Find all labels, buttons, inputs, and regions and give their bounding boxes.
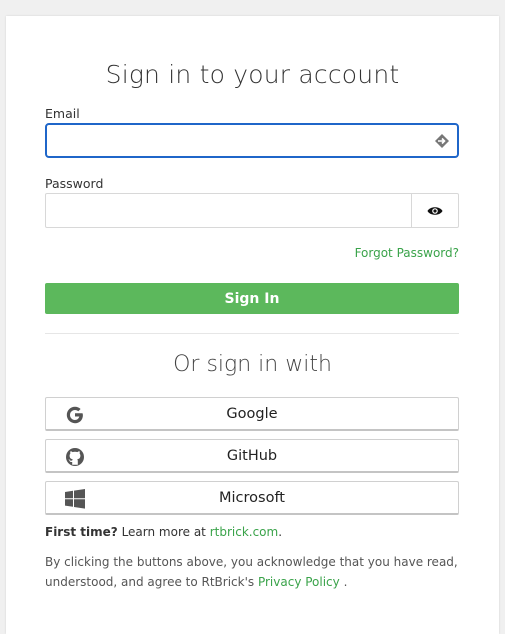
autofill-icon[interactable] (433, 132, 451, 150)
password-field-wrapper (45, 193, 459, 228)
first-time-note: First time? Learn more at rtbrick.com. (45, 525, 282, 539)
rtbrick-link[interactable]: rtbrick.com (210, 525, 279, 539)
show-password-button[interactable] (411, 194, 458, 227)
email-label: Email (45, 106, 80, 121)
github-icon (64, 446, 86, 468)
google-button-label: Google (226, 405, 278, 422)
page-title: Sign in to your account (105, 60, 400, 89)
password-label: Password (45, 176, 104, 191)
windows-icon (64, 488, 86, 510)
github-button-label: GitHub (226, 447, 278, 464)
forgot-password-link[interactable]: Forgot Password? (355, 246, 459, 260)
first-time-end: . (278, 525, 283, 539)
google-icon (64, 404, 86, 426)
social-heading: Or sign in with (173, 352, 332, 377)
legal-end: . (339, 575, 348, 589)
login-card: Sign in to your account Email Password F… (6, 16, 499, 634)
github-sign-in-button[interactable]: GitHub (45, 439, 459, 473)
password-field[interactable] (46, 194, 458, 227)
divider (45, 333, 459, 334)
email-field[interactable] (47, 125, 457, 156)
first-time-text: Learn more at (117, 525, 210, 539)
sign-in-button[interactable]: Sign In (45, 283, 459, 314)
email-field-wrapper (45, 123, 459, 158)
eye-icon (427, 206, 443, 215)
legal-text: By clicking the buttons above, you ackno… (45, 555, 458, 589)
microsoft-sign-in-button[interactable]: Microsoft (45, 481, 459, 515)
privacy-policy-link[interactable]: Privacy Policy (258, 575, 340, 589)
microsoft-button-label: Microsoft (219, 489, 285, 506)
legal-notice: By clicking the buttons above, you ackno… (45, 552, 465, 592)
google-sign-in-button[interactable]: Google (45, 397, 459, 431)
first-time-bold: First time? (45, 525, 118, 539)
